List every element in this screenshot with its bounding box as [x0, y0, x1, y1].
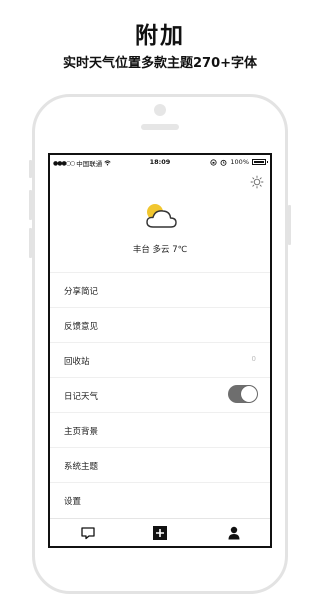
add-icon[interactable] [152, 525, 168, 541]
phone-side-button [288, 205, 291, 245]
promo-subtitle: 实时天气位置多款主题270+字体 [62, 56, 258, 71]
menu-item-settings[interactable]: 设置 [50, 482, 270, 517]
menu-item-label: 设置 [64, 497, 82, 507]
lock-rotation-icon [210, 158, 217, 166]
status-bar: ●●●○○ 中国联通 18:09 100% [50, 155, 270, 169]
menu-item-label: 分享简记 [64, 287, 99, 297]
tab-bar [50, 518, 270, 546]
battery-icon [252, 159, 268, 165]
phone-side-button [29, 190, 32, 220]
app-screen: ●●●○○ 中国联通 18:09 100% 丰台 多云 7℃ 分享简记 反馈意见… [48, 153, 272, 548]
alarm-icon [220, 159, 227, 166]
phone-speaker [141, 124, 179, 130]
menu-item-label: 主页背景 [64, 427, 99, 437]
settings-menu: 分享简记 反馈意见 回收站 0 日记天气 主页背景 系统主题 设置 [50, 272, 270, 517]
menu-item-home-background[interactable]: 主页背景 [50, 412, 270, 447]
menu-item-feedback[interactable]: 反馈意见 [50, 307, 270, 342]
profile-icon[interactable] [226, 525, 242, 541]
chat-icon[interactable] [80, 525, 96, 541]
phone-camera [154, 104, 166, 116]
menu-item-diary-weather: 日记天气 [50, 377, 270, 412]
phone-side-button [29, 228, 32, 258]
weather-summary: 丰台 多云 7℃ [132, 245, 188, 255]
battery-percent: 100% [230, 158, 249, 166]
phone-side-button [29, 160, 32, 178]
diary-weather-toggle[interactable] [228, 385, 258, 403]
trash-count: 0 [251, 355, 256, 363]
menu-item-share[interactable]: 分享简记 [50, 272, 270, 307]
partly-cloudy-icon [146, 204, 177, 228]
menu-item-label: 反馈意见 [64, 322, 99, 332]
menu-item-trash[interactable]: 回收站 0 [50, 342, 270, 377]
menu-item-system-theme[interactable]: 系统主题 [50, 447, 270, 482]
promo-title: 附加 [135, 23, 185, 49]
sun-gear-icon[interactable] [250, 175, 264, 189]
menu-item-label: 回收站 [64, 357, 90, 367]
menu-item-label: 系统主题 [64, 462, 99, 472]
menu-item-label: 日记天气 [64, 392, 99, 402]
